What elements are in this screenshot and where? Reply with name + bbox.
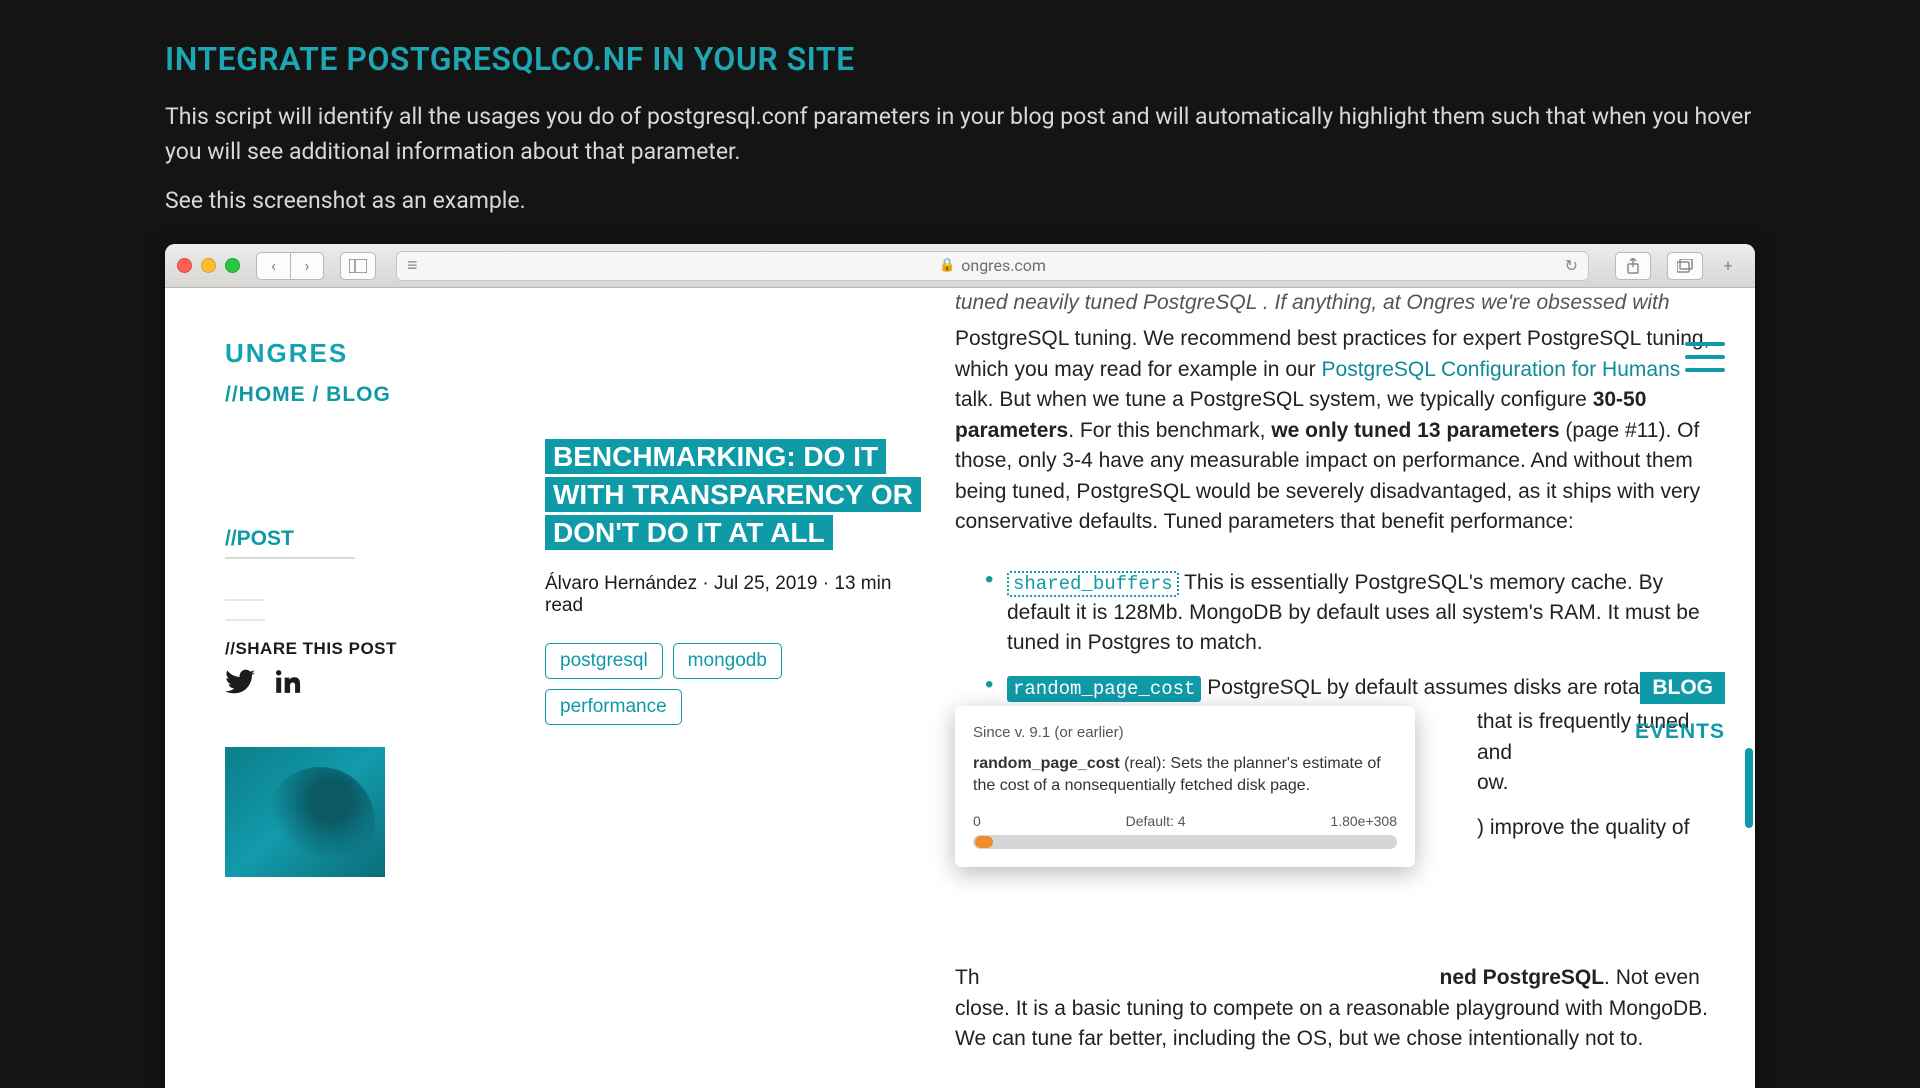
paragraph: Thned PostgreSQL. Not even close. It is …: [955, 963, 1715, 1054]
scrollbar-thumb[interactable]: [1745, 748, 1753, 828]
inline-link[interactable]: PostgreSQL Configuration for Humans: [1322, 358, 1681, 381]
browser-chrome: ‹ › ≡ 🔒 ongres.com ↻ +: [165, 244, 1755, 288]
article-body: tuned neavily tuned PostgreSQL . If anyt…: [925, 288, 1755, 1088]
author-portrait: [225, 747, 385, 877]
left-sidebar: UNGRES //HOME / BLOG //POST //SHARE THIS…: [165, 288, 545, 1088]
menu-icon[interactable]: ≡: [407, 255, 418, 276]
tabs-button[interactable]: [1667, 252, 1703, 280]
tag[interactable]: performance: [545, 689, 682, 725]
zoom-icon[interactable]: [225, 258, 240, 273]
site-logo[interactable]: UNGRES: [225, 338, 545, 369]
range-bar: [973, 835, 1397, 849]
nav-blog[interactable]: BLOG: [1640, 672, 1725, 704]
tag[interactable]: mongodb: [673, 643, 782, 679]
param-highlight[interactable]: shared_buffers: [1007, 571, 1179, 597]
back-button[interactable]: ‹: [256, 252, 290, 280]
param-tooltip: Since v. 9.1 (or earlier) random_page_co…: [955, 706, 1415, 867]
tag[interactable]: postgresql: [545, 643, 663, 679]
range-min: 0: [973, 812, 981, 832]
site-content: UNGRES //HOME / BLOG //POST //SHARE THIS…: [165, 288, 1755, 1088]
param-highlight-active[interactable]: random_page_cost: [1007, 676, 1201, 702]
post-title: BENCHMARKING: DO IT WITH TRANSPARENCY OR…: [545, 438, 925, 551]
paragraph: PostgreSQL tuning. We recommend best pra…: [955, 324, 1715, 537]
nav-events[interactable]: EVENTS: [1635, 720, 1725, 744]
divider: [225, 619, 265, 621]
lock-icon: 🔒: [939, 258, 955, 273]
forward-button[interactable]: ›: [290, 252, 324, 280]
minimize-icon[interactable]: [201, 258, 216, 273]
range-thumb: [975, 836, 993, 848]
tag-list: postgresql mongodb performance: [545, 643, 925, 725]
byline: Álvaro Hernández · Jul 25, 2019 · 13 min…: [545, 573, 925, 617]
sub-text: See this screenshot as an example.: [165, 187, 1755, 214]
post-label: //POST: [225, 527, 355, 559]
range-default: Default: 4: [1126, 812, 1186, 832]
section-heading: INTEGRATE POSTGRESQLCO.NF IN YOUR SITE: [165, 40, 1755, 78]
tabs-icon: [1677, 259, 1693, 273]
address-bar[interactable]: ≡ 🔒 ongres.com ↻: [396, 251, 1589, 281]
tooltip-desc: random_page_cost (real): Sets the planne…: [973, 753, 1397, 798]
screenshot-browser: ‹ › ≡ 🔒 ongres.com ↻ + UNGRES: [165, 244, 1755, 1088]
share-icon: [1626, 258, 1640, 274]
right-sidebar: BLOG EVENTS: [1635, 288, 1755, 1088]
new-tab-button[interactable]: +: [1713, 252, 1743, 280]
breadcrumb[interactable]: //HOME / BLOG: [225, 383, 545, 407]
right-nav: BLOG EVENTS: [1635, 672, 1725, 744]
share-heading: //SHARE THIS POST: [225, 639, 545, 659]
lead-text: This script will identify all the usages…: [165, 100, 1755, 169]
close-icon[interactable]: [177, 258, 192, 273]
sidebar-toggle[interactable]: [340, 252, 376, 280]
divider: [225, 599, 265, 601]
post-meta-column: BENCHMARKING: DO IT WITH TRANSPARENCY OR…: [545, 288, 925, 1088]
sidebar-icon: [349, 259, 367, 273]
reload-icon[interactable]: ↻: [1565, 256, 1578, 275]
tooltip-since: Since v. 9.1 (or earlier): [973, 722, 1397, 743]
nav-buttons: ‹ ›: [256, 252, 324, 280]
linkedin-icon[interactable]: [275, 669, 303, 703]
url-host: ongres.com: [961, 256, 1046, 275]
section-h2: //MONGODB MISTAKE #5: DISMISS TRANSACTIO…: [955, 1083, 1715, 1088]
truncated-line: tuned neavily tuned PostgreSQL . If anyt…: [955, 288, 1715, 318]
window-lights: [177, 258, 240, 273]
twitter-icon[interactable]: [225, 669, 255, 703]
share-button[interactable]: [1615, 252, 1651, 280]
hamburger-icon[interactable]: [1685, 342, 1725, 372]
list-item: shared_buffers This is essentially Postg…: [985, 568, 1715, 659]
tooltip-range: 0 Default: 4 1.80e+308: [973, 812, 1397, 832]
range-max: 1.80e+308: [1330, 812, 1397, 832]
